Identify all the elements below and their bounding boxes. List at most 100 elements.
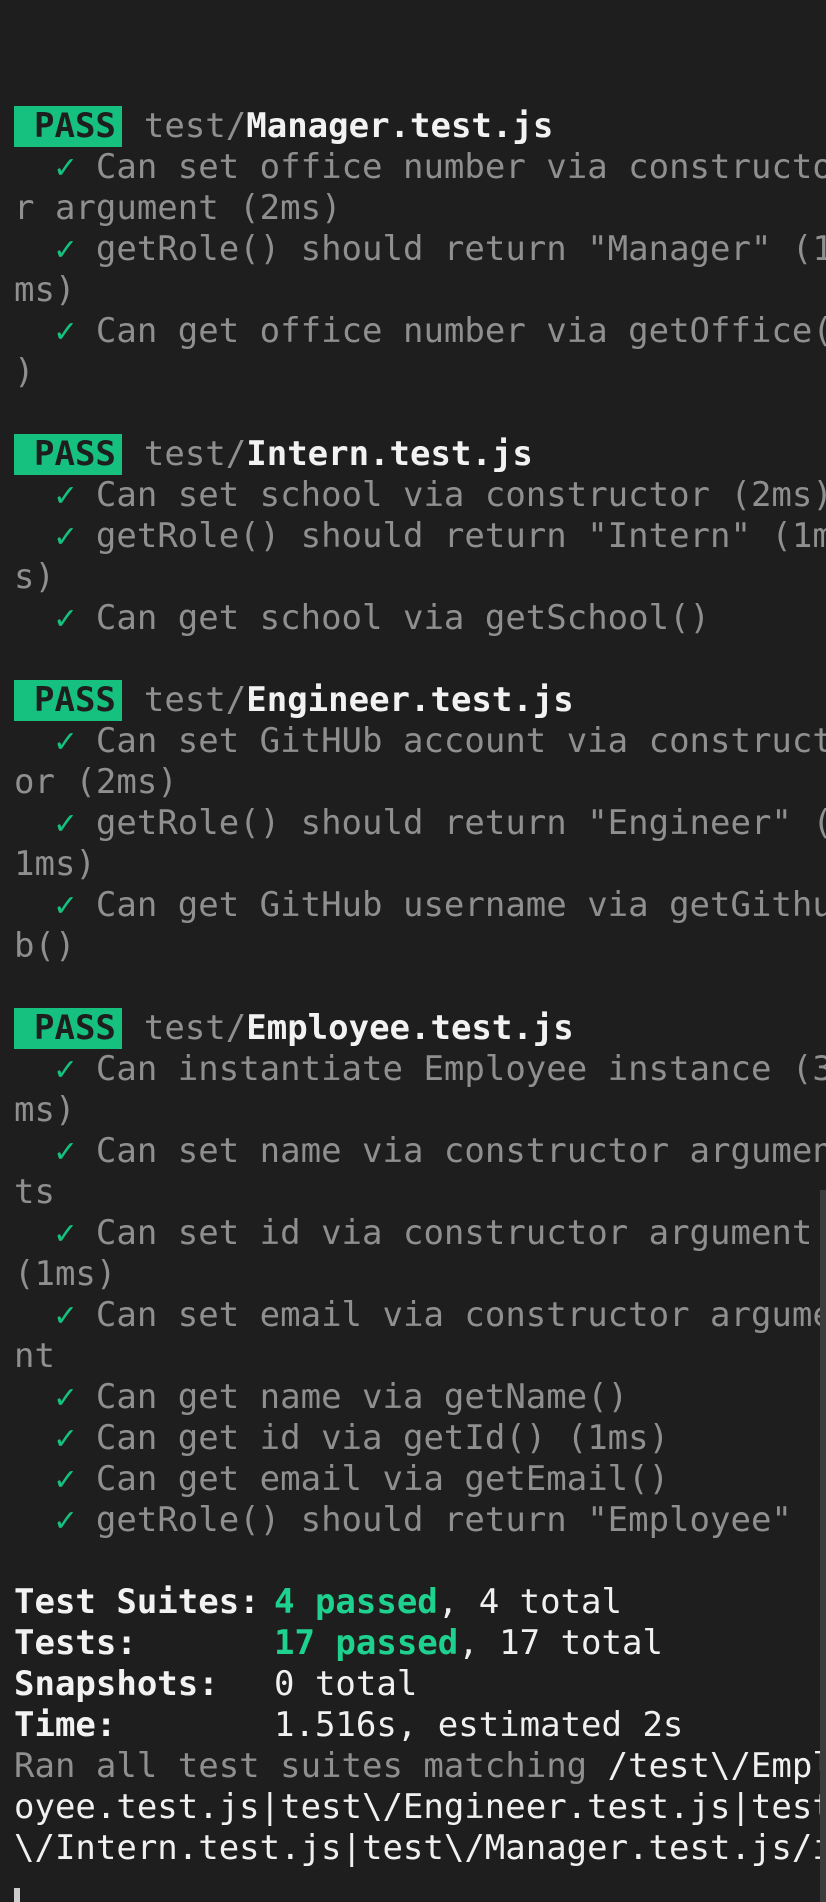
check-icon: ✓ [54,516,76,556]
test-name: Can set school via constructor (2ms) [95,475,826,515]
terminal-cursor [14,1888,20,1902]
test-name: ts [14,1172,55,1212]
test-result-line: ✓ Can set name via constructor argumen [14,1131,826,1172]
test-name: Can set id via constructor argument [95,1213,813,1253]
test-name: getRole() should return "Engineer" ( [95,803,826,843]
summary-time: Time: 1.516s, estimated 2s [14,1705,826,1746]
summary-label: Tests: [14,1623,137,1663]
summary-suites-passed: 4 passed [274,1582,438,1622]
test-result-line: ✓ Can set office number via constructo [14,147,826,188]
summary-tests: Tests: 17 passed, 17 total [14,1623,826,1664]
pass-badge: PASS [14,106,122,147]
check-icon: ✓ [54,311,76,351]
suite-dir: test/ [143,1008,247,1048]
summary-snapshots: Snapshots: 0 total [14,1664,826,1705]
test-result-line: ✓ Can get office number via getOffice( [14,311,826,352]
test-result-line: ✓ Can set email via constructor argume [14,1295,826,1336]
suite-file: Manager.test.js [246,106,554,146]
test-name: getRole() should return "Employee" [95,1500,792,1540]
test-name: (1ms) [14,1254,117,1294]
check-icon: ✓ [54,1131,76,1171]
test-result-wrap: ms) [14,1090,826,1131]
test-result-wrap: ts [14,1172,826,1213]
check-icon: ✓ [54,1377,76,1417]
test-name: ) [14,352,35,392]
test-name: or (2ms) [14,762,178,802]
test-result-line: ✓ getRole() should return "Manager" (1 [14,229,826,270]
pass-badge: PASS [14,1008,122,1049]
suite-file: Engineer.test.js [246,680,574,720]
suite-header: PASS test/Intern.test.js [14,434,826,475]
test-name: s) [14,557,55,597]
test-suites-list: PASS test/Manager.test.js ✓ Can set offic… [14,106,826,1541]
test-name: Can get school via getSchool() [95,598,711,638]
test-result-line: ✓ Can get GitHub username via getGithu [14,885,826,926]
check-icon: ✓ [54,803,76,843]
test-name: Can set name via constructor argumen [95,1131,826,1171]
test-name: b() [14,926,76,966]
test-name: nt [14,1336,55,1376]
check-icon: ✓ [54,721,76,761]
test-result-wrap: or (2ms) [14,762,826,803]
summary-suites-total: , 4 total [437,1582,622,1622]
test-result-line: ✓ Can set id via constructor argument [14,1213,826,1254]
summary-test-suites: Test Suites: 4 passed, 4 total [14,1582,826,1623]
test-name: 1ms) [14,844,96,884]
test-result-line: ✓ Can get name via getName() [14,1377,826,1418]
test-result-wrap: ) [14,352,826,393]
test-name: ms) [14,1090,76,1130]
check-icon: ✓ [54,475,76,515]
ran-all-line-3: \/Intern.test.js|test\/Manager.test.js/i [14,1828,826,1868]
suite-header: PASS test/Engineer.test.js [14,680,826,721]
test-result-line: ✓ Can instantiate Employee instance (3 [14,1049,826,1090]
test-name: Can instantiate Employee instance (3 [95,1049,826,1089]
test-result-line: ✓ Can get id via getId() (1ms) [14,1418,826,1459]
check-icon: ✓ [54,598,76,638]
pass-badge: PASS [14,434,122,475]
summary-label: Time: [14,1705,117,1745]
terminal-output[interactable]: PASS test/Manager.test.js ✓ Can set offic… [0,0,826,1902]
test-result-line: ✓ Can get school via getSchool() [14,598,826,639]
test-result-line: ✓ Can set GitHUb account via construct [14,721,826,762]
check-icon: ✓ [54,1459,76,1499]
test-name: getRole() should return "Intern" (1m [95,516,826,556]
test-result-line: ✓ getRole() should return "Intern" (1m [14,516,826,557]
test-result-wrap: r argument (2ms) [14,188,826,229]
test-result-wrap: b() [14,926,826,967]
scrollbar[interactable] [820,1190,826,1902]
test-result-wrap: s) [14,557,826,598]
summary-label: Snapshots: [14,1664,219,1704]
test-name: ms) [14,270,76,310]
suite-dir: test/ [143,106,247,146]
test-result-wrap: (1ms) [14,1254,826,1295]
ran-all-line-1: Ran all test suites matching /test\/Empl [14,1746,826,1787]
suite-file: Employee.test.js [246,1008,574,1048]
test-result-line: ✓ Can set school via constructor (2ms) [14,475,826,516]
test-name: getRole() should return "Manager" (1 [95,229,826,269]
check-icon: ✓ [54,1295,76,1335]
check-icon: ✓ [54,885,76,925]
summary-snapshots-value: 0 total [274,1664,418,1704]
check-icon: ✓ [54,1500,76,1540]
ran-pattern: /test\/Empl [607,1746,826,1786]
suite-dir: test/ [143,680,247,720]
suite-header: PASS test/Manager.test.js [14,106,826,147]
test-name: Can set office number via constructo [95,147,826,187]
test-name: Can set email via constructor argume [95,1295,826,1335]
test-name: Can get office number via getOffice( [95,311,826,351]
test-name: Can get email via getEmail() [95,1459,670,1499]
test-name: r argument (2ms) [14,188,342,228]
check-icon: ✓ [54,1213,76,1253]
check-icon: ✓ [54,1418,76,1458]
suite-dir: test/ [143,434,247,474]
summary-label: Test Suites: [14,1582,260,1622]
test-result-wrap: ms) [14,270,826,311]
suite-file: Intern.test.js [246,434,533,474]
ran-prefix: Ran all test suites matching [14,1746,608,1786]
test-result-line: ✓ Can get email via getEmail() [14,1459,826,1500]
summary-time-value: 1.516s, estimated 2s [274,1705,684,1745]
test-name: Can get name via getName() [95,1377,629,1417]
